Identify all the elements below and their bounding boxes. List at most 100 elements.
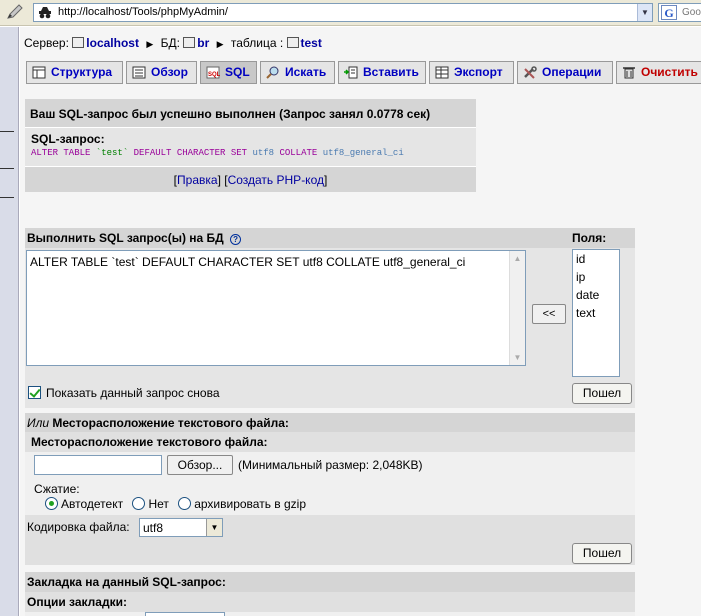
max-size-note: (Минимальный размер: 2,048KB) <box>238 458 423 472</box>
breadcrumb-arrow-icon: ▶ <box>146 39 154 49</box>
create-php-code-link[interactable]: Создать PHP-код <box>228 173 324 187</box>
show-query-again-option[interactable]: Показать данный запрос снова <box>28 386 220 400</box>
tab-empty[interactable]: Очистить <box>616 61 701 84</box>
main-frame: Сервер: localhost ▶ БД: br ▶ таблица : t… <box>20 27 701 616</box>
insert-field-button[interactable]: << <box>532 304 566 324</box>
tab-insert[interactable]: Вставить <box>338 61 426 84</box>
breadcrumb-arrow-icon: ▶ <box>216 39 224 49</box>
url-text: http://localhost/Tools/phpMyAdmin/ <box>58 6 228 18</box>
tab-browse[interactable]: Обзор <box>126 61 197 84</box>
file-go-button[interactable]: Пошел <box>572 543 632 564</box>
file-section-header: Или Месторасположение текстового файла: <box>25 413 635 432</box>
tab-label: Искать <box>285 65 327 79</box>
field-option[interactable]: text <box>573 304 619 322</box>
query-table: `test` <box>95 148 129 158</box>
bookmark-options-label: Опции закладки: <box>25 592 635 612</box>
file-section-title: Месторасположение текстового файла: <box>52 416 289 430</box>
scroll-up-arrow-icon[interactable]: ▲ <box>510 251 525 266</box>
bookmark-header: Закладка на данный SQL-запрос: <box>25 572 635 592</box>
compression-options: Автодетект Нет архивировать в gzip <box>45 497 312 511</box>
tab-operations[interactable]: Операции <box>517 61 613 84</box>
phpmyadmin-favicon-icon <box>39 7 51 19</box>
server-icon <box>72 37 85 48</box>
show-query-again-label: Показать данный запрос снова <box>46 386 220 400</box>
server-link[interactable]: localhost <box>86 36 139 50</box>
db-label: БД: <box>160 36 180 50</box>
tab-search[interactable]: Искать <box>260 61 335 84</box>
url-dropdown-button[interactable]: ▼ <box>637 4 652 21</box>
db-link[interactable]: br <box>197 36 209 50</box>
field-option[interactable]: id <box>573 250 619 268</box>
search-box-text: Goo <box>682 7 701 18</box>
executed-query-block: SQL-запрос: ALTER TABLE `test` DEFAULT C… <box>25 128 476 166</box>
tab-sql[interactable]: SQL SQL <box>200 61 257 84</box>
compression-option-auto[interactable]: Автодетект <box>45 497 123 511</box>
encoding-label: Кодировка файла: <box>27 520 130 534</box>
table-icon <box>286 37 299 48</box>
edit-query-link[interactable]: Правка <box>177 173 218 187</box>
address-bar[interactable]: http://localhost/Tools/phpMyAdmin/ ▼ <box>33 3 653 22</box>
compression-option-none[interactable]: Нет <box>132 497 169 511</box>
browse-icon <box>132 66 146 79</box>
file-upload-row: Обзор... (Минимальный размер: 2,048KB) С… <box>25 452 635 515</box>
breadcrumb: Сервер: localhost ▶ БД: br ▶ таблица : t… <box>24 36 322 50</box>
insert-icon <box>344 66 358 79</box>
help-icon[interactable]: ? <box>230 234 242 245</box>
radio-none[interactable] <box>132 497 146 510</box>
query-keyword: DEFAULT CHARACTER SET <box>133 148 248 158</box>
chevron-down-icon[interactable]: ▼ <box>206 519 222 536</box>
show-query-again-checkbox[interactable] <box>28 386 41 399</box>
query-links: [Правка] [Создать PHP-код] <box>25 166 476 192</box>
success-message: Ваш SQL-запрос был успешно выполнен (Зап… <box>25 99 476 128</box>
export-icon <box>435 66 449 79</box>
tab-export[interactable]: Экспорт <box>429 61 514 84</box>
tab-label: SQL <box>225 65 250 79</box>
tab-structure[interactable]: Структура <box>26 61 123 84</box>
query-value: utf8_general_ci <box>322 148 404 158</box>
search-icon <box>266 66 279 79</box>
left-frame-edge[interactable] <box>0 27 19 616</box>
bookmark-name-input[interactable] <box>145 612 225 616</box>
tab-label: Структура <box>51 65 113 79</box>
sql-form-body: ALTER TABLE `test` DEFAULT CHARACTER SET… <box>25 248 635 408</box>
edit-pencil-icon[interactable] <box>6 4 24 20</box>
database-icon <box>183 37 196 48</box>
encoding-value: utf8 <box>143 521 164 535</box>
file-location-label: Месторасположение текстового файла: <box>25 432 635 452</box>
radio-label: Нет <box>148 497 169 511</box>
sql-go-button[interactable]: Пошел <box>572 383 632 404</box>
textarea-scrollbar[interactable]: ▲ ▼ <box>509 251 525 365</box>
or-label: Или <box>27 416 50 430</box>
query-value: utf8 <box>252 148 275 158</box>
scroll-down-arrow-icon[interactable]: ▼ <box>510 350 525 365</box>
query-label: SQL-запрос: <box>31 132 105 146</box>
sql-form-title: Выполнить SQL запрос(ы) на БД <box>27 231 224 245</box>
browse-button[interactable]: Обзор... <box>167 455 233 475</box>
radio-label: архивировать в gzip <box>194 497 307 511</box>
encoding-select[interactable]: utf8 ▼ <box>139 518 223 537</box>
sql-query-textarea[interactable]: ALTER TABLE `test` DEFAULT CHARACTER SET… <box>26 250 526 366</box>
browser-toolbar: http://localhost/Tools/phpMyAdmin/ ▼ G G… <box>0 0 701 26</box>
structure-icon <box>32 66 46 79</box>
tab-label: Операции <box>542 65 602 79</box>
compression-option-gzip[interactable]: архивировать в gzip <box>178 497 306 511</box>
fields-heading: Поля: <box>572 231 607 245</box>
gutter-mark <box>0 131 14 132</box>
query-keyword: ALTER TABLE <box>31 148 91 158</box>
radio-auto[interactable] <box>45 497 58 510</box>
radio-label: Автодетект <box>61 497 124 511</box>
sql-form-header: Выполнить SQL запрос(ы) на БД ? Поля: <box>25 228 635 248</box>
tab-label: Вставить <box>363 65 419 79</box>
table-link[interactable]: test <box>301 36 322 50</box>
tab-label: Обзор <box>151 65 188 79</box>
search-box[interactable]: G Goo <box>658 3 701 22</box>
tab-label: Очистить <box>641 65 698 79</box>
fields-list[interactable]: id ip date text <box>572 249 620 377</box>
field-option[interactable]: ip <box>573 268 619 286</box>
file-path-input[interactable] <box>34 455 162 475</box>
field-option[interactable]: date <box>573 286 619 304</box>
google-icon: G <box>661 5 677 20</box>
radio-gzip[interactable] <box>178 497 192 510</box>
server-label: Сервер: <box>24 36 69 50</box>
compression-label: Сжатие: <box>34 482 80 496</box>
